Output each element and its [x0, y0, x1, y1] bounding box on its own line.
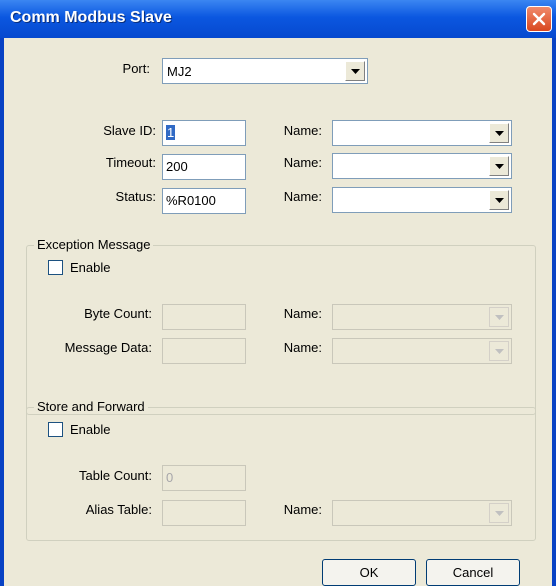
- slave-id-input[interactable]: 1: [162, 120, 246, 146]
- dialog-body: Port: MJ2 Slave ID: 1 Name: Timeout: 200…: [4, 38, 552, 586]
- exception-enable-label: Enable: [70, 260, 111, 275]
- timeout-value: 200: [166, 159, 188, 174]
- status-value: %R0100: [166, 193, 216, 208]
- byte-count-input[interactable]: [162, 304, 246, 330]
- store-forward-enable-checkbox[interactable]: [48, 422, 63, 437]
- slave-id-name-dropdown-button[interactable]: [489, 123, 509, 143]
- message-data-name-label: Name:: [283, 340, 322, 355]
- status-name-select[interactable]: [332, 187, 512, 213]
- slave-id-label: Slave ID:: [103, 123, 156, 138]
- port-label: Port:: [122, 61, 150, 76]
- byte-count-name-select[interactable]: [332, 304, 512, 330]
- alias-table-name-dropdown-button[interactable]: [489, 503, 509, 523]
- window-title: Comm Modbus Slave: [10, 9, 172, 26]
- timeout-input[interactable]: 200: [162, 154, 246, 180]
- chevron-down-icon: [351, 69, 360, 74]
- timeout-name-dropdown-button[interactable]: [489, 156, 509, 176]
- message-data-name-select[interactable]: [332, 338, 512, 364]
- port-dropdown-button[interactable]: [345, 61, 365, 81]
- store-forward-enable-label: Enable: [70, 422, 111, 437]
- table-count-input[interactable]: 0: [162, 465, 246, 491]
- slave-id-name-select[interactable]: [332, 120, 512, 146]
- byte-count-name-label: Name:: [283, 306, 322, 321]
- alias-table-name-select[interactable]: [332, 500, 512, 526]
- table-count-label: Table Count:: [79, 468, 152, 483]
- status-name-dropdown-button[interactable]: [489, 190, 509, 210]
- byte-count-name-dropdown-button[interactable]: [489, 307, 509, 327]
- ok-button[interactable]: OK: [322, 559, 416, 586]
- status-name-label: Name:: [283, 189, 322, 204]
- chevron-down-icon: [495, 349, 504, 354]
- chevron-down-icon: [495, 315, 504, 320]
- slave-id-name-label: Name:: [283, 123, 322, 138]
- exception-enable-checkbox[interactable]: [48, 260, 63, 275]
- chevron-down-icon: [495, 131, 504, 136]
- status-input[interactable]: %R0100: [162, 188, 246, 214]
- timeout-name-label: Name:: [283, 155, 322, 170]
- slave-id-value: 1: [166, 125, 176, 140]
- title-bar[interactable]: Comm Modbus Slave: [0, 0, 556, 38]
- message-data-input[interactable]: [162, 338, 246, 364]
- timeout-name-select[interactable]: [332, 153, 512, 179]
- close-icon: [532, 12, 546, 26]
- byte-count-label: Byte Count:: [84, 306, 152, 321]
- store-forward-title: Store and Forward: [34, 399, 148, 414]
- alias-table-name-label: Name:: [283, 502, 322, 517]
- status-label: Status:: [115, 189, 156, 204]
- dialog-window: Comm Modbus Slave Port: MJ2 Slave ID: 1 …: [0, 0, 556, 586]
- chevron-down-icon: [495, 511, 504, 516]
- alias-table-input[interactable]: [162, 500, 246, 526]
- message-data-label: Message Data:: [64, 340, 152, 355]
- chevron-down-icon: [495, 198, 504, 203]
- message-data-name-dropdown-button[interactable]: [489, 341, 509, 361]
- chevron-down-icon: [495, 164, 504, 169]
- table-count-value: 0: [166, 470, 174, 485]
- alias-table-label: Alias Table:: [85, 502, 152, 517]
- close-button[interactable]: [526, 6, 552, 32]
- port-value: MJ2: [167, 64, 192, 79]
- timeout-label: Timeout:: [105, 155, 156, 170]
- port-select[interactable]: MJ2: [162, 58, 368, 84]
- cancel-button[interactable]: Cancel: [426, 559, 520, 586]
- exception-message-title: Exception Message: [34, 237, 154, 252]
